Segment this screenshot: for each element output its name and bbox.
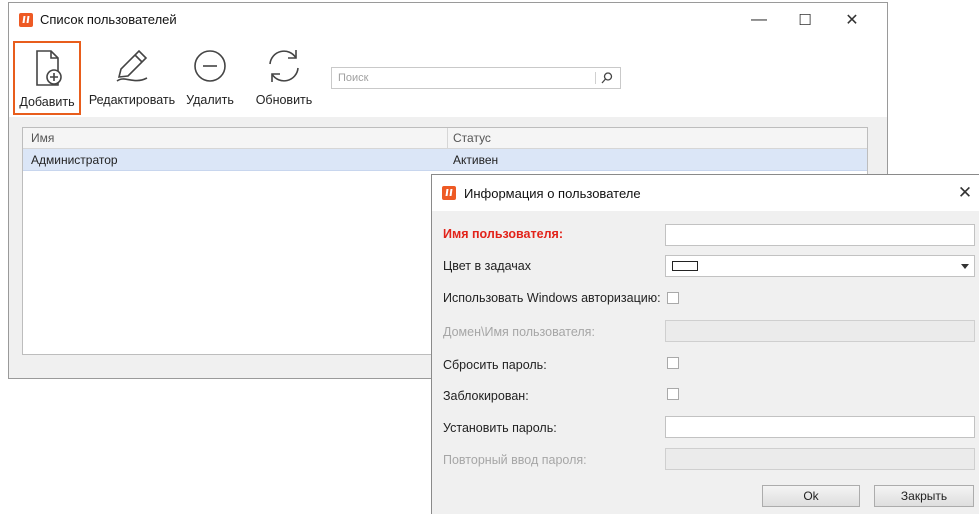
repeat-password-label: Повторный ввод пароля: — [443, 453, 587, 467]
dialog-title-bar[interactable]: Информация о пользователе ✕ — [432, 175, 979, 211]
close-button[interactable]: ✕ — [829, 3, 875, 37]
title-bar[interactable]: Список пользователей — ☐ ✕ — [9, 3, 887, 37]
search-input[interactable] — [332, 68, 599, 88]
set-password-input[interactable] — [665, 416, 975, 438]
app-logo-icon — [442, 186, 456, 200]
task-color-dropdown[interactable] — [665, 255, 975, 277]
column-divider[interactable] — [447, 128, 448, 148]
domain-user-label: Домен\Имя пользователя: — [443, 325, 595, 339]
search-box — [331, 67, 621, 89]
dialog-close-button[interactable]: ✕ — [951, 175, 979, 211]
toolbar: Добавить Редактировать Удалить Обновить — [9, 37, 887, 117]
refresh-button[interactable]: Обновить — [252, 41, 316, 115]
edit-button[interactable]: Редактировать — [85, 41, 179, 115]
search-icon[interactable] — [600, 71, 614, 85]
windows-auth-label: Использовать Windows авторизацию: — [443, 291, 661, 305]
reset-password-label: Сбросить пароль: — [443, 358, 547, 372]
ok-button[interactable]: Ok — [762, 485, 860, 507]
repeat-password-input[interactable] — [665, 448, 975, 470]
window-title: Список пользователей — [40, 12, 177, 27]
blocked-label: Заблокирован: — [443, 389, 529, 403]
grid-header: Имя Статус — [23, 128, 867, 149]
cell-name: Администратор — [31, 153, 118, 167]
reset-password-checkbox[interactable] — [667, 357, 679, 369]
delete-button-label: Удалить — [186, 93, 234, 107]
user-info-dialog: Информация о пользователе ✕ Имя пользова… — [431, 174, 979, 514]
dialog-title: Информация о пользователе — [464, 186, 641, 201]
app-logo-icon — [19, 13, 33, 27]
refresh-icon — [269, 50, 299, 82]
add-button-label: Добавить — [19, 95, 75, 109]
username-label: Имя пользователя: — [443, 227, 563, 241]
refresh-button-label: Обновить — [255, 93, 313, 107]
search-separator — [595, 72, 596, 84]
edit-button-label: Редактировать — [88, 93, 176, 107]
delete-button[interactable]: Удалить — [184, 41, 236, 115]
domain-user-input[interactable] — [665, 320, 975, 342]
cell-status: Активен — [453, 153, 499, 167]
set-password-label: Установить пароль: — [443, 421, 557, 435]
pencil-icon — [116, 49, 148, 82]
username-input[interactable] — [665, 224, 975, 246]
task-color-label: Цвет в задачах — [443, 259, 531, 273]
blocked-checkbox[interactable] — [667, 388, 679, 400]
column-header-status[interactable]: Статус — [453, 131, 491, 145]
windows-auth-checkbox[interactable] — [667, 292, 679, 304]
chevron-down-icon — [961, 264, 969, 269]
add-document-icon — [36, 50, 62, 86]
maximize-button[interactable]: ☐ — [782, 3, 828, 37]
minus-circle-icon — [194, 50, 226, 82]
column-header-name[interactable]: Имя — [31, 131, 54, 145]
minimize-button[interactable]: — — [736, 3, 782, 37]
add-button[interactable]: Добавить — [13, 41, 81, 115]
table-row[interactable]: Администратор Активен — [23, 149, 867, 171]
color-swatch — [672, 261, 698, 271]
dialog-close-text-button[interactable]: Закрыть — [874, 485, 974, 507]
